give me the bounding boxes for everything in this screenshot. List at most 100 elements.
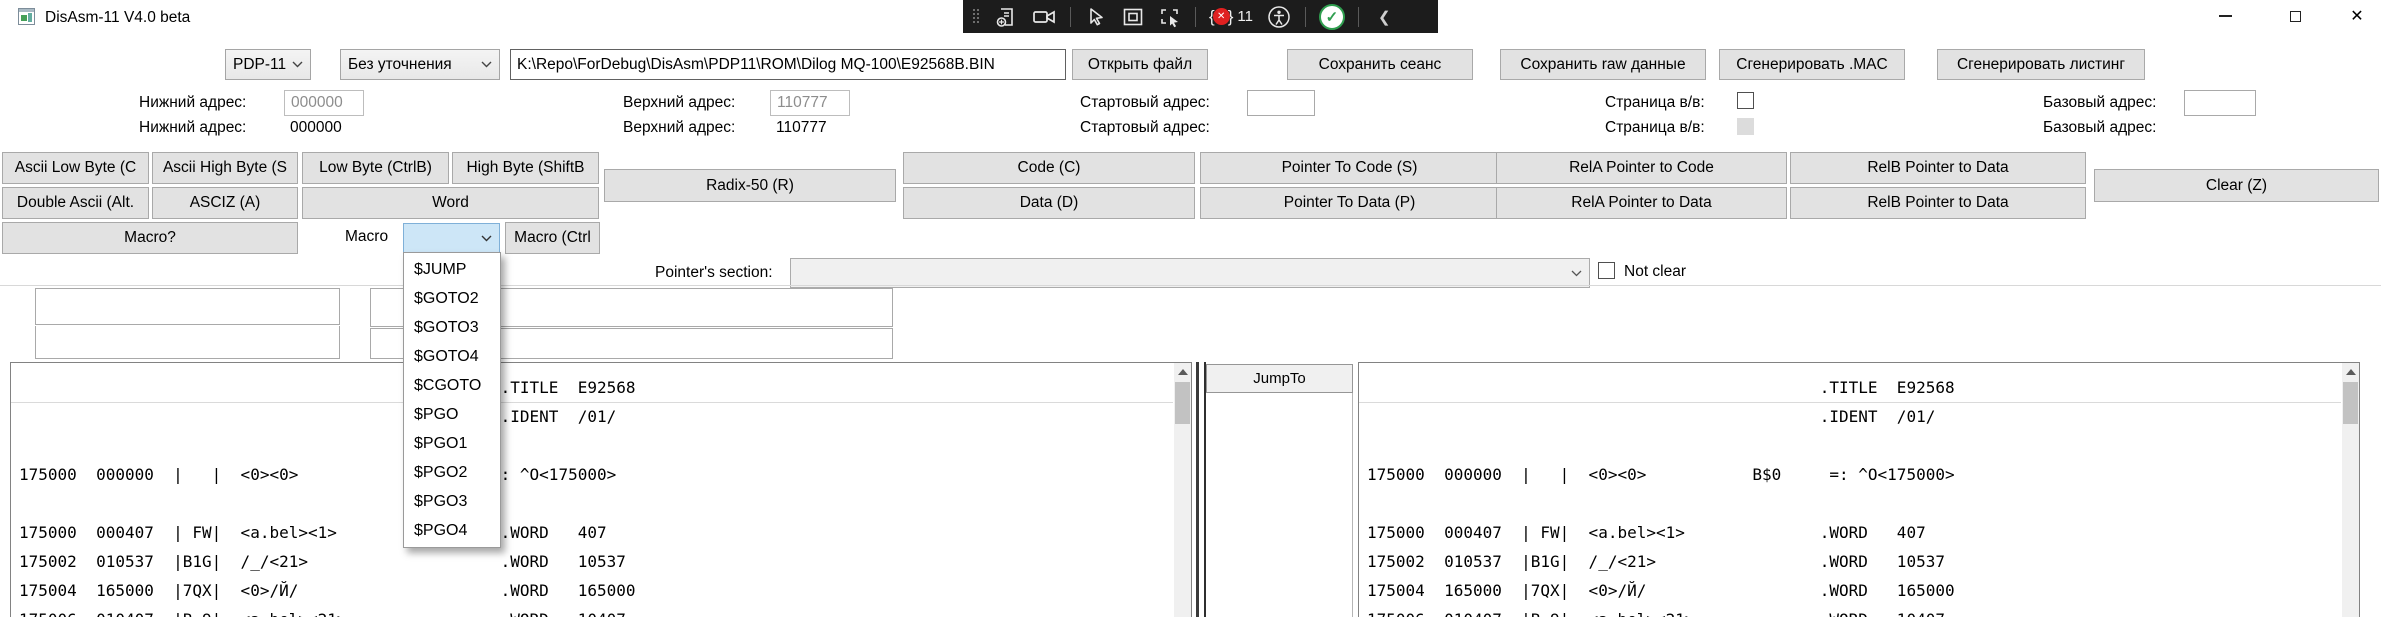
pointer-section-select[interactable] [790, 258, 1590, 288]
code-line: 175000 000000 | | <0><0> B$0 =: ^O<17500… [1367, 460, 2359, 489]
lower-address-label: Нижний адрес: [139, 94, 246, 112]
code-line: 175002 010537 |B1G| /_/<21> .WORD 10537 [1367, 547, 2359, 576]
macro-ctrl-button[interactable]: Macro (Ctrl [505, 222, 600, 254]
macro-option[interactable]: $PGO1 [404, 429, 500, 458]
collapse-toolbar-button[interactable]: ❮ [1378, 8, 1391, 26]
window-title: DisAsm-11 V4.0 beta [45, 9, 190, 27]
data-button[interactable]: Data (D) [903, 187, 1195, 219]
cursor-tool-button[interactable] [1084, 5, 1108, 29]
ascii-high-byte-button[interactable]: Ascii High Byte (S [152, 152, 298, 184]
macro-option[interactable]: $GOTO3 [404, 313, 500, 342]
record-video-button[interactable] [1031, 5, 1057, 29]
macro-option[interactable]: $PGO [404, 400, 500, 429]
rela-pointer-to-code-button[interactable]: RelA Pointer to Code [1496, 152, 1787, 184]
rela-pointer-to-data-button[interactable]: RelA Pointer to Data [1496, 187, 1787, 219]
left-panel-scrollbar[interactable] [1174, 363, 1191, 617]
high-byte-button[interactable]: High Byte (ShiftB [452, 152, 599, 184]
scroll-up-button[interactable] [1174, 363, 1191, 380]
macro-option[interactable]: $CGOTO [404, 371, 500, 400]
maximize-button[interactable] [2272, 0, 2318, 32]
region-tool-button[interactable] [1121, 5, 1145, 29]
cursor-icon [1084, 5, 1108, 29]
status-box-small-2 [35, 326, 340, 359]
macro-query-button[interactable]: Macro? [2, 222, 298, 254]
code-line [1367, 489, 2359, 518]
right-disassembly-panel[interactable]: .TITLE E92568 .IDENT /01/ 175000 000000 … [1358, 362, 2360, 617]
capture-toolbar: { ✕ } 11 ✓ ❮ [963, 0, 1438, 33]
check-icon: ✓ [1326, 8, 1339, 26]
macro-option[interactable]: $PGO3 [404, 487, 500, 516]
code-line [1367, 431, 2359, 460]
drag-handle-icon[interactable] [973, 9, 981, 25]
generate-mac-button[interactable]: Сгенерировать .MAC [1719, 49, 1905, 80]
low-byte-button[interactable]: Low Byte (CtrlB) [302, 152, 449, 184]
upper-address-static-label: Верхний адрес: [623, 119, 735, 137]
lower-address-input[interactable] [284, 90, 364, 116]
macro-select[interactable] [403, 223, 500, 253]
io-page-checkbox[interactable] [1737, 92, 1754, 109]
code-line: .IDENT /01/ [19, 402, 1191, 431]
brace-close-icon: } [1228, 7, 1234, 27]
upper-address-label: Верхний адрес: [623, 94, 735, 112]
base-address-static-label: Базовый адрес: [2043, 119, 2156, 137]
double-ascii-button[interactable]: Double Ascii (Alt. [2, 187, 149, 219]
panel-splitter[interactable] [1196, 362, 1199, 617]
left-disassembly-panel[interactable]: .TITLE E92568 .IDENT /01/ 175000 000000 … [10, 362, 1192, 617]
code-line: 175002 010537 |B1G| /_/<21> .WORD 10537 [19, 547, 1191, 576]
scroll-up-icon [1178, 369, 1188, 375]
generate-listing-button[interactable]: Сгенерировать листинг [1937, 49, 2145, 80]
ascii-low-byte-button[interactable]: Ascii Low Byte (C [2, 152, 149, 184]
jumpto-column-body[interactable] [1206, 393, 1353, 617]
toolbar-separator [1195, 7, 1196, 27]
asciz-button[interactable]: ASCIZ (A) [152, 187, 298, 219]
save-raw-button[interactable]: Сохранить raw данные [1500, 49, 1706, 80]
ok-status-button[interactable]: ✓ [1319, 4, 1345, 30]
jumpto-column-header[interactable]: JumpTo [1206, 364, 1353, 393]
open-file-button[interactable]: Открыть файл [1072, 49, 1208, 80]
chevron-down-icon [1571, 270, 1582, 277]
macro-option[interactable]: $JUMP [404, 255, 500, 284]
code-line: 175000 000407 | FW| <a.bel><1> .WORD 407 [1367, 518, 2359, 547]
scrollbar-thumb[interactable] [2343, 382, 2358, 424]
row-separator [1359, 402, 2341, 403]
file-path-input[interactable] [510, 49, 1066, 80]
section-divider [0, 285, 2381, 286]
not-clear-label: Not clear [1624, 263, 1686, 281]
element-pick-button[interactable] [1158, 5, 1182, 29]
clear-button[interactable]: Clear (Z) [2094, 169, 2379, 202]
scrollbar-thumb[interactable] [1175, 382, 1190, 424]
relb-pointer-to-data-bottom-button[interactable]: RelB Pointer to Data [1790, 187, 2086, 219]
cpu-select[interactable]: PDP-11 [225, 49, 311, 80]
code-line [19, 431, 1191, 460]
macro-option[interactable]: $PGO4 [404, 516, 500, 545]
upper-address-input[interactable] [770, 90, 850, 116]
log-report-button[interactable] [994, 5, 1018, 29]
minimize-button[interactable] [2202, 0, 2248, 32]
start-address-input[interactable] [1247, 90, 1315, 116]
pointer-to-code-button[interactable]: Pointer To Code (S) [1200, 152, 1499, 184]
app-icon [18, 8, 35, 25]
variant-select[interactable]: Без уточнения [340, 49, 500, 80]
base-address-input[interactable] [2184, 90, 2256, 116]
code-button[interactable]: Code (C) [903, 152, 1195, 184]
macro-option[interactable]: $GOTO2 [404, 284, 500, 313]
right-panel-scrollbar[interactable] [2342, 363, 2359, 617]
close-button[interactable]: ✕ [2334, 0, 2380, 32]
scroll-up-button[interactable] [2342, 363, 2359, 380]
chevron-left-icon: ❮ [1378, 9, 1391, 26]
radix50-button[interactable]: Radix-50 (R) [604, 169, 896, 202]
macro-option[interactable]: $PGO2 [404, 458, 500, 487]
accessibility-button[interactable] [1266, 4, 1292, 30]
pointer-to-data-button[interactable]: Pointer To Data (P) [1200, 187, 1499, 219]
error-counter[interactable]: { ✕ } 11 [1209, 7, 1253, 27]
row-separator [11, 402, 1173, 403]
word-button[interactable]: Word [302, 187, 599, 219]
chevron-down-icon [481, 235, 492, 242]
macro-option[interactable]: $GOTO4 [404, 342, 500, 371]
not-clear-checkbox[interactable] [1598, 262, 1615, 279]
save-session-button[interactable]: Сохранить сеанс [1287, 49, 1473, 80]
relb-pointer-to-data-top-button[interactable]: RelB Pointer to Data [1790, 152, 2086, 184]
variant-select-value: Без уточнения [348, 56, 452, 74]
code-line: 175004 165000 |7QX| <0>/Й/ .WORD 165000 [19, 576, 1191, 605]
lower-address-static-label: Нижний адрес: [139, 119, 246, 137]
